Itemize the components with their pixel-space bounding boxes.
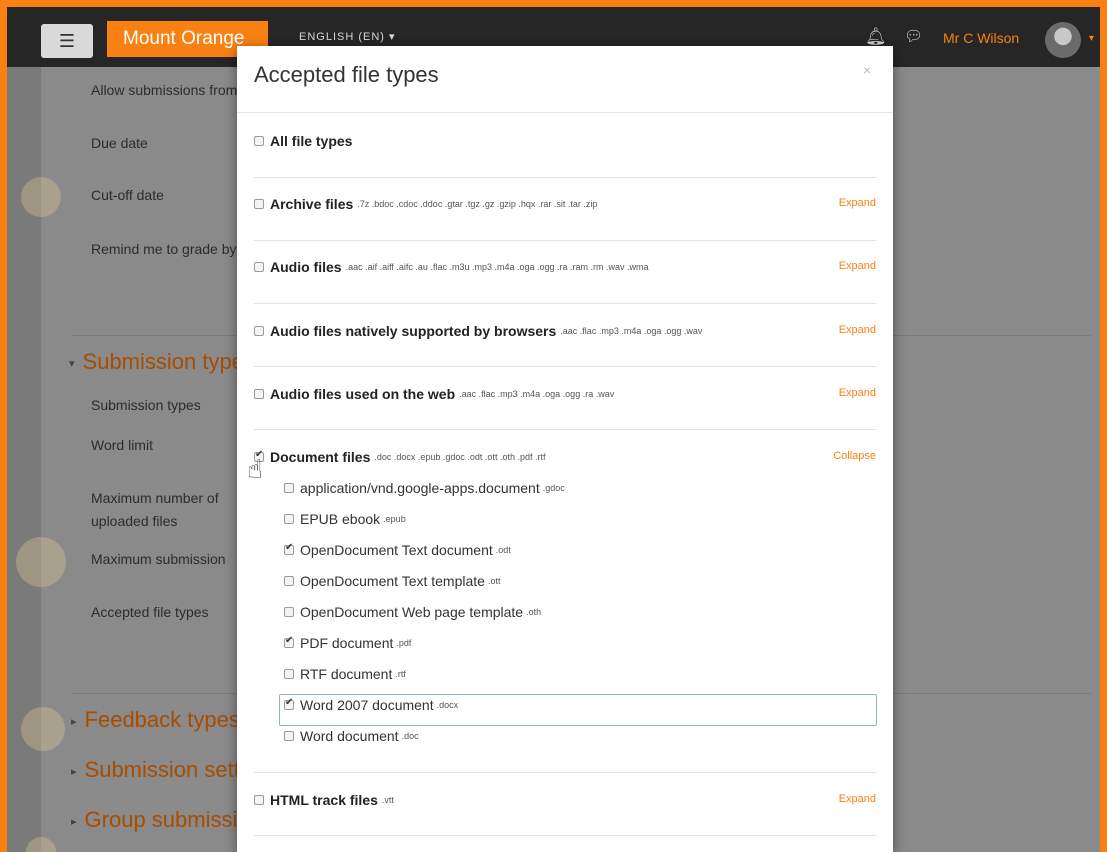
checkbox[interactable] (254, 261, 264, 272)
checkbox[interactable] (254, 325, 264, 336)
expand-link[interactable]: Expand (839, 260, 876, 272)
nav-drawer-toggle[interactable]: ☰ (41, 24, 93, 58)
language-label: ENGLISH (EN) (299, 31, 385, 43)
caret-down-icon[interactable]: ▾ (1089, 33, 1094, 44)
decor-blob (21, 707, 65, 751)
checkbox[interactable] (284, 606, 294, 617)
expand-link[interactable]: Expand (839, 197, 876, 209)
bell-icon[interactable]: 🔔︎ (865, 27, 887, 47)
field-label: Allow submissions from (91, 82, 238, 98)
field-label: Accepted file types (91, 604, 209, 620)
divider (254, 303, 876, 304)
filetype-item-rtf[interactable]: RTF document .rtf (284, 665, 406, 683)
filetype-item-doc[interactable]: Word document .doc (284, 727, 419, 745)
filetype-item-gdoc[interactable]: application/vnd.google-apps.document .gdo… (284, 479, 565, 497)
group-title: HTML track files (270, 791, 378, 808)
divider (254, 835, 876, 836)
group-extensions: .aac .flac .mp3 .m4a .oga .ogg .wav (560, 325, 703, 336)
field-label: Due date (91, 135, 148, 151)
checkbox-checked[interactable] (284, 697, 294, 710)
filetype-group-documents[interactable]: Document files.doc .docx .epub .gdoc .od… (254, 448, 876, 466)
divider (254, 240, 876, 241)
field-label: Cut-off date (91, 187, 164, 203)
hand-pointer-icon: ☝︎ (247, 454, 263, 484)
avatar[interactable] (1045, 22, 1081, 58)
filetype-item-epub[interactable]: EPUB ebook .epub (284, 510, 406, 528)
divider (254, 772, 876, 773)
expand-link[interactable]: Expand (839, 387, 876, 399)
filetype-group-audio-browsers[interactable]: Audio files natively supported by browse… (254, 322, 876, 340)
decor-blob (16, 537, 66, 587)
group-extensions: .aac .flac .mp3 .m4a .oga .ogg .ra .wav (459, 388, 615, 399)
field-label: Maximum submission (91, 551, 226, 567)
filetype-group-archive[interactable]: Archive files .7z .bdoc .cdoc .ddoc .gtar… (254, 195, 876, 213)
group-title: Audio files natively supported by browse… (270, 322, 557, 339)
chevron-down-icon: ▾ (69, 357, 75, 370)
filetype-item-odt[interactable]: OpenDocument Text document.odt (284, 541, 511, 559)
field-label: Maximum number of (91, 490, 219, 506)
group-title: All file types (270, 132, 353, 149)
filetype-group-html-track[interactable]: HTML track files .vtt Expand (254, 791, 876, 809)
filetype-item-ott[interactable]: OpenDocument Text template .ott (284, 572, 500, 590)
field-label: Submission types (91, 397, 201, 413)
checkbox[interactable] (254, 198, 264, 209)
user-menu-name[interactable]: Mr C Wilson (943, 30, 1019, 46)
filetype-item-pdf[interactable]: PDF document.pdf (284, 634, 411, 652)
divider (254, 429, 876, 430)
filetype-item-docx[interactable]: Word 2007 document.docx (284, 696, 458, 714)
checkbox[interactable] (284, 730, 294, 741)
dialog-header: Accepted file types × (237, 46, 893, 113)
group-title: Audio files used on the web (270, 385, 456, 402)
expand-link[interactable]: Expand (839, 793, 876, 805)
field-label: uploaded files (91, 513, 178, 529)
checkbox[interactable] (284, 575, 294, 586)
collapse-link[interactable]: Collapse (833, 450, 876, 462)
chevron-right-icon: ▸ (71, 815, 77, 828)
divider (254, 177, 876, 178)
group-title: Archive files (270, 195, 354, 212)
dialog-title: Accepted file types (254, 62, 439, 87)
decor-blob (21, 177, 61, 217)
hamburger-icon: ☰ (58, 30, 76, 51)
checkbox-checked[interactable] (284, 635, 294, 648)
accepted-file-types-dialog: Accepted file types × All file types Arc… (237, 46, 893, 852)
filetype-group-all[interactable]: All file types (254, 132, 876, 150)
chevron-right-icon: ▸ (71, 715, 77, 728)
chat-icon[interactable]: 💬︎ (904, 27, 923, 45)
checkbox[interactable] (254, 794, 264, 805)
checkbox[interactable] (284, 668, 294, 679)
group-extensions: .vtt (381, 794, 394, 805)
section-heading-submission-types[interactable]: ▾ Submission types (69, 349, 255, 375)
divider (254, 366, 876, 367)
section-heading-feedback-types[interactable]: ▸ Feedback types (71, 707, 240, 733)
group-extensions: .7z .bdoc .cdoc .ddoc .gtar .tgz .gz .gz… (357, 198, 598, 209)
checkbox[interactable] (284, 513, 294, 524)
expand-link[interactable]: Expand (839, 324, 876, 336)
caret-down-icon: ▾ (389, 31, 396, 43)
group-title: Audio files (270, 258, 342, 275)
checkbox[interactable] (254, 135, 264, 146)
checkbox[interactable] (284, 482, 294, 493)
checkbox[interactable] (254, 388, 264, 399)
filetype-item-oth[interactable]: OpenDocument Web page template .oth (284, 603, 541, 621)
filetype-group-audio[interactable]: Audio files .aac .aif .aiff .aifc .au .fl… (254, 258, 876, 276)
close-icon[interactable]: × (863, 62, 871, 78)
checkbox-checked[interactable] (284, 542, 294, 555)
group-extensions: .doc .docx .epub .gdoc .odt .ott .oth .p… (374, 451, 546, 462)
field-label: Remind me to grade by (91, 241, 237, 257)
decor-blob (26, 837, 56, 852)
language-menu[interactable]: ENGLISH (EN) ▾ (299, 30, 396, 43)
chevron-right-icon: ▸ (71, 765, 77, 778)
filetype-group-audio-web[interactable]: Audio files used on the web .aac .flac .m… (254, 385, 876, 403)
group-title: Document files (270, 448, 371, 465)
field-label: Word limit (91, 437, 153, 453)
group-extensions: .aac .aif .aiff .aifc .au .flac .m3u .mp… (345, 261, 649, 272)
